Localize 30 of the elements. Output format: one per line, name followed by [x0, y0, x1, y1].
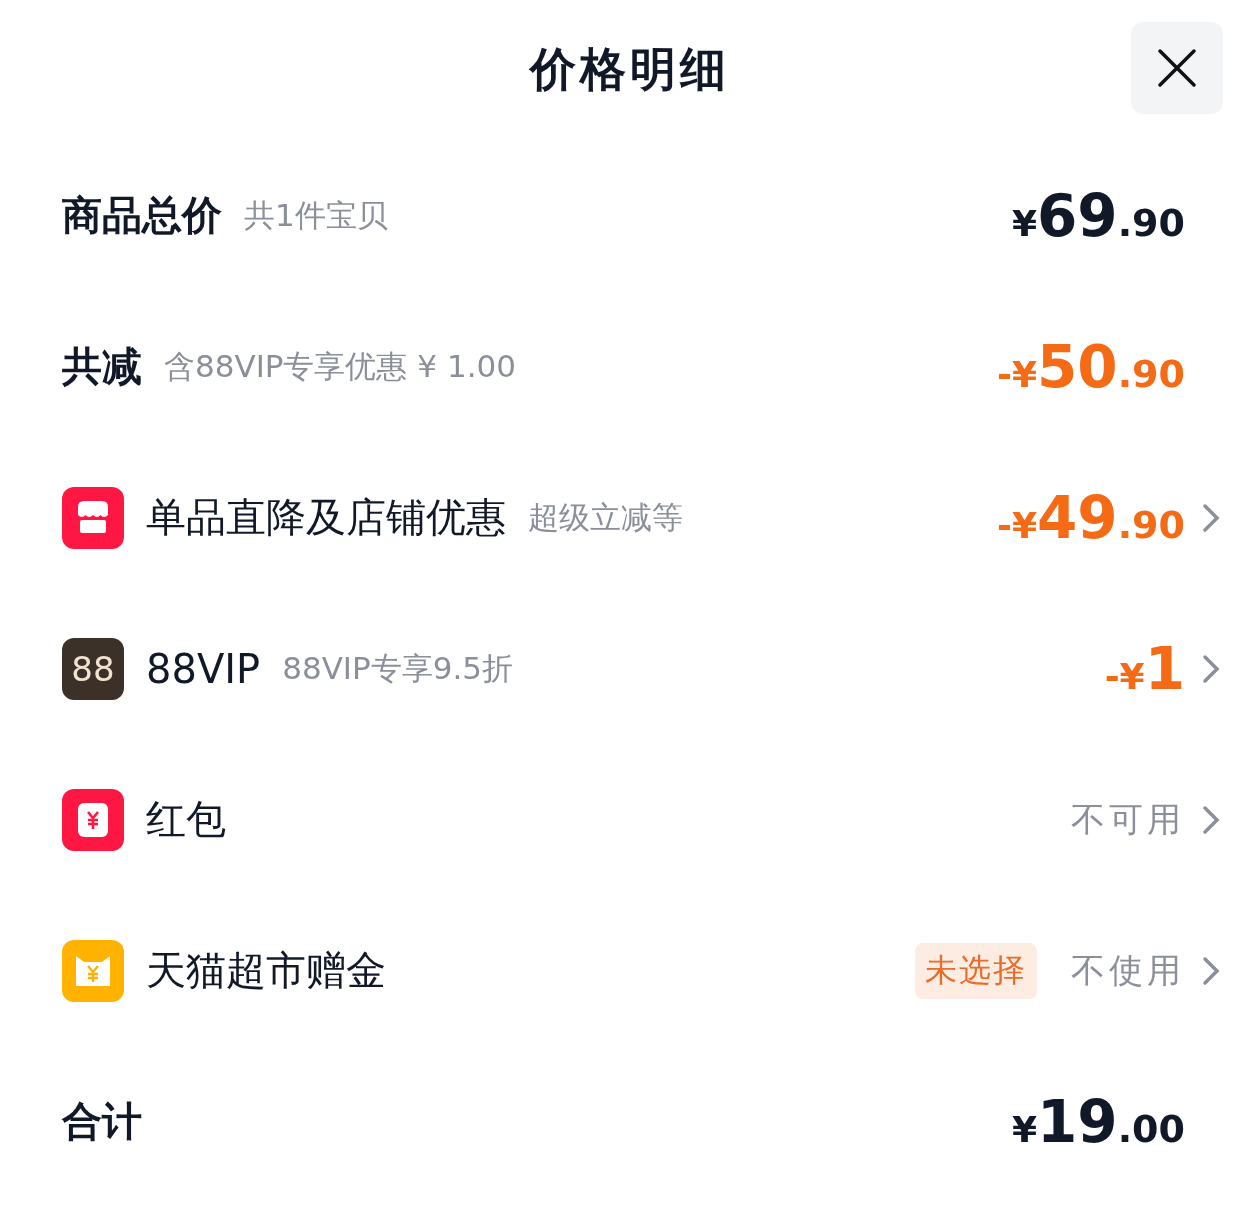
vip-badge-icon: 88 — [62, 637, 124, 700]
close-button[interactable] — [1131, 22, 1223, 114]
status-tag: 未选择 — [915, 942, 1037, 999]
row-note: 超级立减等 — [528, 497, 683, 537]
row-note: 88VIP专享9.5折 — [282, 648, 513, 688]
row-label: 合计 — [62, 1097, 142, 1146]
chevron-icon[interactable] — [1201, 501, 1221, 534]
price: ¥19.00 — [1011, 1087, 1185, 1156]
row-note: 含88VIP专享优惠 ¥ 1.00 — [164, 346, 516, 386]
row-note: 共1件宝贝 — [244, 195, 388, 235]
price: -¥1 — [1104, 634, 1185, 703]
envelope-icon — [62, 788, 124, 851]
row-label: 单品直降及店铺优惠 — [146, 493, 506, 542]
close-icon — [1156, 47, 1198, 89]
row-label: 天猫超市赠金 — [146, 946, 386, 995]
store-icon — [62, 486, 124, 549]
price: ¥69.90 — [1011, 181, 1185, 250]
row-label: 商品总价 — [62, 191, 222, 240]
status-text: 不可用 — [1071, 797, 1185, 841]
status-text: 不使用 — [1071, 948, 1185, 992]
row-label: 88VIP — [146, 645, 261, 692]
chevron-icon[interactable] — [1201, 652, 1221, 685]
row-label: 红包 — [146, 795, 226, 844]
chevron-icon[interactable] — [1201, 954, 1221, 987]
price: -¥50.90 — [996, 332, 1185, 401]
row-label: 共减 — [62, 342, 142, 391]
coupon-icon — [62, 939, 124, 1002]
dialog-title: 价格明细 — [530, 41, 730, 98]
price: -¥49.90 — [996, 483, 1185, 552]
chevron-icon[interactable] — [1201, 803, 1221, 836]
